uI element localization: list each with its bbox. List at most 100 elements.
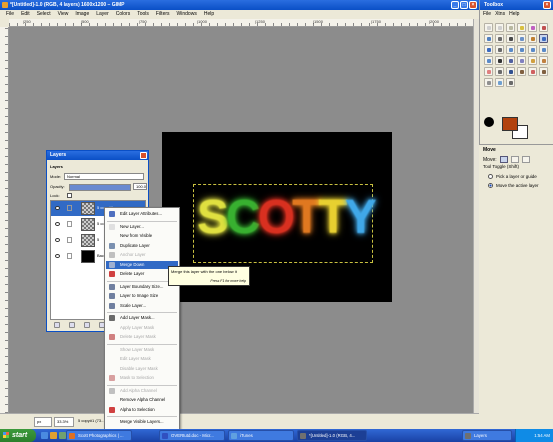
brush-indicator[interactable] bbox=[484, 117, 494, 127]
blend-tool-button[interactable] bbox=[517, 56, 526, 65]
rect-select-tool-button[interactable] bbox=[484, 23, 493, 32]
radio-button[interactable] bbox=[488, 183, 493, 188]
quick-launch-desktop-icon[interactable] bbox=[59, 432, 66, 439]
layer-chain-icon[interactable] bbox=[67, 221, 72, 227]
menu-layer[interactable]: Layer bbox=[93, 10, 112, 19]
layer-chain-icon[interactable] bbox=[67, 237, 72, 243]
fuzzy-select-tool-button[interactable] bbox=[517, 23, 526, 32]
move-layer-icon[interactable] bbox=[499, 156, 508, 163]
crop-tool-button[interactable] bbox=[495, 45, 504, 54]
menu-colors[interactable]: Colors bbox=[113, 10, 133, 19]
image-window-titlebar[interactable]: *[Untitled]-1.0 (RGB, 4 layers) 1600x120… bbox=[0, 0, 479, 10]
smudge-tool-button[interactable] bbox=[484, 78, 493, 87]
align-tool-button[interactable] bbox=[484, 45, 493, 54]
start-button[interactable]: start bbox=[0, 429, 36, 442]
toolbox-titlebar[interactable]: Toolbox × bbox=[480, 0, 553, 10]
raise-layer-icon[interactable] bbox=[69, 322, 75, 328]
vertical-ruler[interactable] bbox=[0, 27, 9, 413]
toolbox-menu-xtns[interactable]: Xtns bbox=[495, 10, 505, 19]
flip-tool-button[interactable] bbox=[484, 56, 493, 65]
menu-help[interactable]: Help bbox=[201, 10, 217, 19]
color-picker-tool-button[interactable] bbox=[506, 34, 515, 43]
shear-tool-button[interactable] bbox=[528, 45, 537, 54]
ink-tool-button[interactable] bbox=[506, 67, 515, 76]
menu-image[interactable]: Image bbox=[72, 10, 92, 19]
menu-file[interactable]: File bbox=[3, 10, 17, 19]
menu-windows[interactable]: Windows bbox=[174, 10, 200, 19]
scale-tool-button[interactable] bbox=[517, 45, 526, 54]
close-button[interactable]: × bbox=[469, 1, 477, 9]
taskbar-button[interactable]: Scott Photographics | ... bbox=[66, 430, 132, 441]
blur-tool-button[interactable] bbox=[495, 78, 504, 87]
layers-close-button[interactable] bbox=[140, 152, 147, 159]
foreground-color-swatch[interactable] bbox=[502, 117, 518, 131]
paintbrush-tool-button[interactable] bbox=[539, 56, 548, 65]
opacity-value[interactable]: 100.0 bbox=[133, 183, 147, 190]
taskbar-button[interactable]: Layers bbox=[462, 430, 512, 441]
quick-launch-ie-icon[interactable] bbox=[41, 432, 48, 439]
taskbar-button[interactable]: *[Untitled]-1.0 (RGB, 4... bbox=[297, 430, 367, 441]
toolbox-close-button[interactable]: × bbox=[543, 1, 551, 9]
menu-item-duplicate-layer[interactable]: Duplicate Layer bbox=[106, 242, 178, 250]
lower-layer-icon[interactable] bbox=[84, 322, 90, 328]
bucket-fill-tool-button[interactable] bbox=[506, 56, 515, 65]
menu-item-layer-to-image-size[interactable]: Layer to Image Size bbox=[106, 292, 178, 300]
quick-launch-media-icon[interactable] bbox=[50, 432, 57, 439]
move-path-icon[interactable] bbox=[521, 156, 530, 163]
eye-icon[interactable] bbox=[55, 254, 60, 258]
layers-tab[interactable]: Layers bbox=[50, 163, 63, 170]
mode-select[interactable]: Normal bbox=[64, 173, 144, 180]
minimize-button[interactable]: _ bbox=[451, 1, 459, 9]
rotate-tool-button[interactable] bbox=[506, 45, 515, 54]
tool-toggle-option[interactable]: Move the active layer bbox=[488, 181, 549, 190]
menu-filters[interactable]: Filters bbox=[153, 10, 173, 19]
opacity-slider[interactable] bbox=[69, 184, 131, 191]
taskbar-button[interactable]: OVERtutd.doc - Micr... bbox=[159, 430, 225, 441]
menu-item-add-layer-mask[interactable]: Add Layer Mask... bbox=[106, 314, 178, 322]
new-layer-icon[interactable] bbox=[54, 322, 60, 328]
eraser-tool-button[interactable] bbox=[484, 67, 493, 76]
eye-icon[interactable] bbox=[55, 222, 60, 226]
tool-toggle-option[interactable]: Pick a layer or guide bbox=[488, 172, 549, 181]
horizontal-ruler[interactable]: |250 |500 |750 |1000 |1250 |1500 |1750 |2000 bbox=[9, 19, 473, 27]
foreground-select-tool-button[interactable] bbox=[484, 34, 493, 43]
toolbox-menu-file[interactable]: File bbox=[483, 10, 491, 19]
menu-item-merge-visible-layers[interactable]: Merge Visible Layers... bbox=[106, 418, 178, 426]
zoom-select[interactable]: 33.3% bbox=[54, 417, 74, 427]
menu-tools[interactable]: Tools bbox=[134, 10, 152, 19]
heal-tool-button[interactable] bbox=[528, 67, 537, 76]
menu-item-new-from-visible[interactable]: New from Visible bbox=[106, 232, 178, 240]
radio-button[interactable] bbox=[488, 174, 493, 179]
menu-item-alpha-to-selection[interactable]: Alpha to Selection bbox=[106, 406, 178, 414]
lock-alpha-checkbox[interactable] bbox=[67, 193, 72, 198]
maximize-button[interactable]: □ bbox=[460, 1, 468, 9]
taskbar-button[interactable]: iTunes bbox=[228, 430, 294, 441]
paths-tool-button[interactable] bbox=[495, 34, 504, 43]
dodge-burn-tool-button[interactable] bbox=[506, 78, 515, 87]
pencil-tool-button[interactable] bbox=[528, 56, 537, 65]
menu-select[interactable]: Select bbox=[34, 10, 54, 19]
menu-item-scale-layer[interactable]: Scale Layer... bbox=[106, 302, 178, 310]
move-tool-button[interactable] bbox=[539, 34, 548, 43]
eye-icon[interactable] bbox=[55, 206, 60, 210]
toolbox-menu-help[interactable]: Help bbox=[509, 10, 519, 19]
layers-titlebar[interactable]: Layers bbox=[47, 151, 148, 160]
unit-select[interactable]: px bbox=[34, 417, 52, 427]
move-selection-icon[interactable] bbox=[510, 156, 519, 163]
free-select-tool-button[interactable] bbox=[506, 23, 515, 32]
eye-icon[interactable] bbox=[55, 238, 60, 242]
color-select-tool-button[interactable] bbox=[528, 23, 537, 32]
measure-tool-button[interactable] bbox=[528, 34, 537, 43]
menu-item-remove-alpha-channel[interactable]: Remove Alpha Channel bbox=[106, 396, 178, 404]
clone-tool-button[interactable] bbox=[517, 67, 526, 76]
menu-item-edit-layer-attributes[interactable]: Edit Layer Attributes... bbox=[106, 210, 178, 218]
airbrush-tool-button[interactable] bbox=[495, 67, 504, 76]
layer-chain-icon[interactable] bbox=[67, 253, 72, 259]
ellipse-select-tool-button[interactable] bbox=[495, 23, 504, 32]
menu-edit[interactable]: Edit bbox=[18, 10, 33, 19]
menu-view[interactable]: View bbox=[55, 10, 72, 19]
scissors-tool-button[interactable] bbox=[539, 23, 548, 32]
layer-chain-icon[interactable] bbox=[67, 205, 72, 211]
text-tool-button[interactable] bbox=[495, 56, 504, 65]
menu-item-new-layer[interactable]: New Layer... bbox=[106, 223, 178, 231]
